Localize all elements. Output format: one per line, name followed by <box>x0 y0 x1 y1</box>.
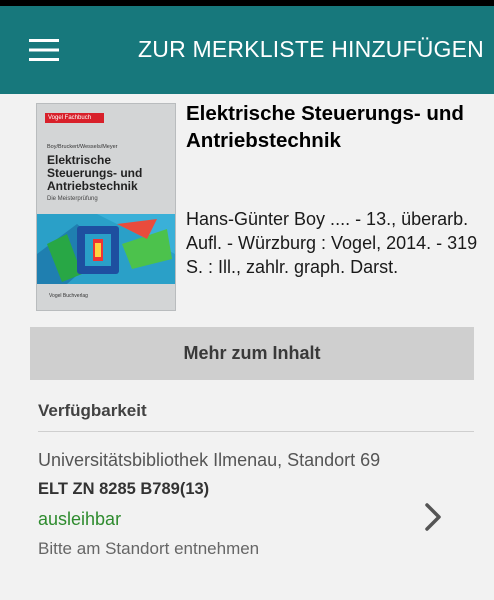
book-title: Elektrische Steuerungs- und Antriebstech… <box>186 102 464 152</box>
cover-subtitle: Die Meisterprüfung <box>47 196 98 202</box>
cover-authors: Boy/Bruckert/Wessels/Meyer <box>47 144 118 150</box>
cover-title: Elektrische Steuerungs- und Antriebstech… <box>47 154 142 193</box>
hamburger-menu-icon <box>29 39 59 61</box>
availability-heading: Verfügbarkeit <box>38 401 147 420</box>
app-bar: ZUR MERKLISTE HINZUFÜGEN <box>0 6 494 94</box>
cover-series-label: Vogel Fachbuch <box>45 113 104 123</box>
cover-publisher: Vogel Buchverlag <box>49 293 88 299</box>
chevron-right-icon[interactable] <box>418 497 448 537</box>
add-to-watchlist-button[interactable]: ZUR MERKLISTE HINZUFÜGEN <box>138 36 484 63</box>
menu-button[interactable] <box>18 24 70 76</box>
pickup-note: Bitte am Standort entnehmen <box>38 539 260 558</box>
library-location: Universitätsbibliothek Ilmenau, Standort… <box>38 450 381 470</box>
cover-title-line: Antriebstechnik <box>47 179 138 193</box>
cover-illustration <box>37 214 175 284</box>
availability-status: ausleihbar <box>38 509 122 529</box>
divider <box>38 431 474 432</box>
more-content-button[interactable]: Mehr zum Inhalt <box>30 327 474 380</box>
shelfmark: ELT ZN 8285 B789(13) <box>38 480 210 498</box>
holding-item[interactable]: Universitätsbibliothek Ilmenau, Standort… <box>38 448 418 561</box>
book-bibliographic-details: Hans-Günter Boy .... - 13., überarb. Auf… <box>186 209 478 277</box>
book-cover: Vogel Fachbuch Boy/Bruckert/Wessels/Meye… <box>36 103 176 311</box>
